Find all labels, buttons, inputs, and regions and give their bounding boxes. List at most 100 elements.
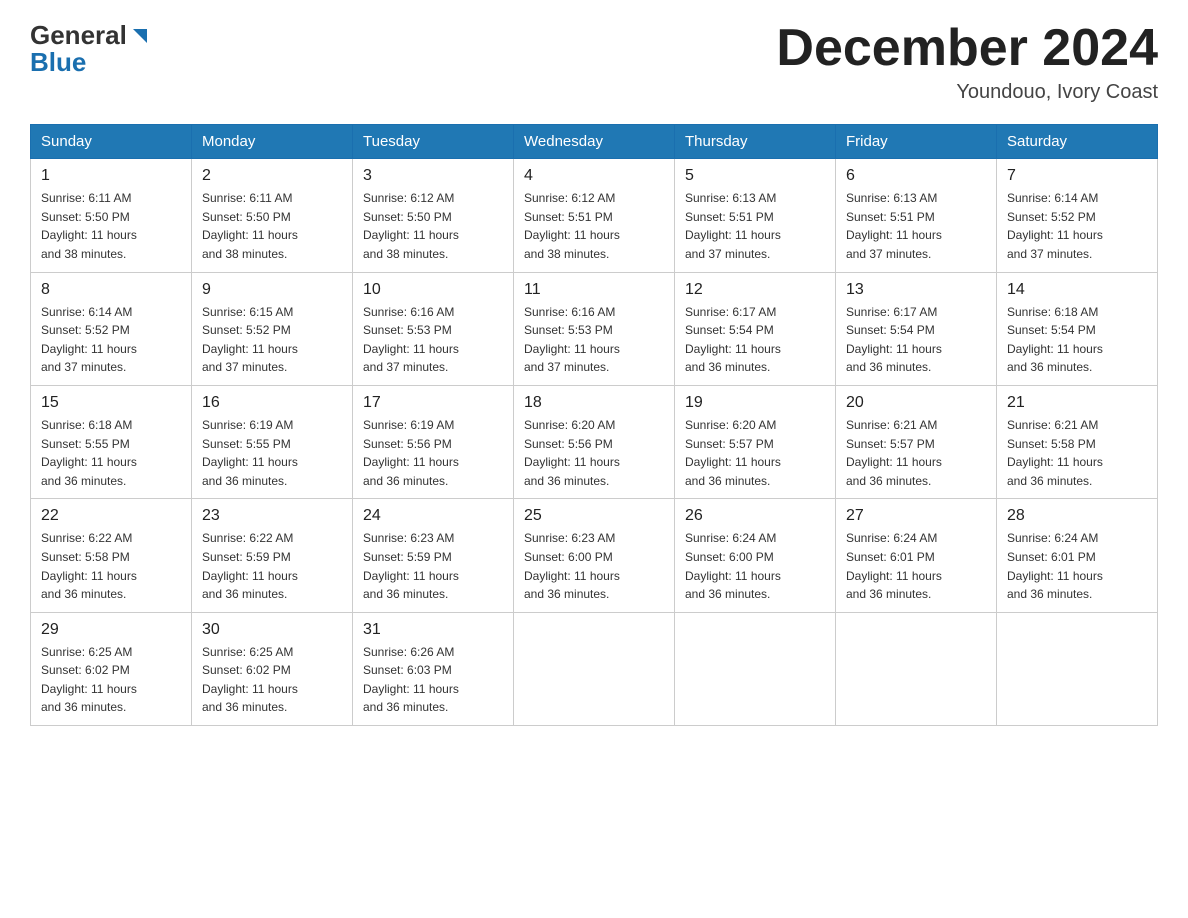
- day-info: Sunrise: 6:11 AMSunset: 5:50 PMDaylight:…: [202, 189, 342, 263]
- day-info: Sunrise: 6:21 AMSunset: 5:58 PMDaylight:…: [1007, 416, 1147, 490]
- day-info: Sunrise: 6:23 AMSunset: 6:00 PMDaylight:…: [524, 529, 664, 603]
- day-info: Sunrise: 6:21 AMSunset: 5:57 PMDaylight:…: [846, 416, 986, 490]
- day-info: Sunrise: 6:16 AMSunset: 5:53 PMDaylight:…: [524, 303, 664, 377]
- day-info: Sunrise: 6:12 AMSunset: 5:51 PMDaylight:…: [524, 189, 664, 263]
- day-number: 4: [524, 167, 664, 185]
- day-number: 6: [846, 167, 986, 185]
- day-info: Sunrise: 6:19 AMSunset: 5:55 PMDaylight:…: [202, 416, 342, 490]
- day-info: Sunrise: 6:17 AMSunset: 5:54 PMDaylight:…: [846, 303, 986, 377]
- calendar-body: 1 Sunrise: 6:11 AMSunset: 5:50 PMDayligh…: [31, 159, 1158, 726]
- day-info: Sunrise: 6:20 AMSunset: 5:56 PMDaylight:…: [524, 416, 664, 490]
- day-number: 10: [363, 281, 503, 299]
- day-info: Sunrise: 6:18 AMSunset: 5:54 PMDaylight:…: [1007, 303, 1147, 377]
- day-info: Sunrise: 6:19 AMSunset: 5:56 PMDaylight:…: [363, 416, 503, 490]
- calendar-week-row: 22 Sunrise: 6:22 AMSunset: 5:58 PMDaylig…: [31, 499, 1158, 612]
- day-info: Sunrise: 6:26 AMSunset: 6:03 PMDaylight:…: [363, 643, 503, 717]
- calendar-cell: 9 Sunrise: 6:15 AMSunset: 5:52 PMDayligh…: [192, 272, 353, 385]
- page-header: General Blue December 2024 Youndouo, Ivo…: [30, 20, 1158, 104]
- day-number: 29: [41, 621, 181, 639]
- day-info: Sunrise: 6:25 AMSunset: 6:02 PMDaylight:…: [202, 643, 342, 717]
- day-number: 20: [846, 394, 986, 412]
- calendar-cell: 5 Sunrise: 6:13 AMSunset: 5:51 PMDayligh…: [675, 159, 836, 272]
- day-info: Sunrise: 6:16 AMSunset: 5:53 PMDaylight:…: [363, 303, 503, 377]
- calendar-cell: 21 Sunrise: 6:21 AMSunset: 5:58 PMDaylig…: [997, 385, 1158, 498]
- calendar-cell: 18 Sunrise: 6:20 AMSunset: 5:56 PMDaylig…: [514, 385, 675, 498]
- day-info: Sunrise: 6:22 AMSunset: 5:58 PMDaylight:…: [41, 529, 181, 603]
- day-number: 22: [41, 507, 181, 525]
- calendar-week-row: 29 Sunrise: 6:25 AMSunset: 6:02 PMDaylig…: [31, 612, 1158, 725]
- calendar-cell: 17 Sunrise: 6:19 AMSunset: 5:56 PMDaylig…: [353, 385, 514, 498]
- day-number: 8: [41, 281, 181, 299]
- calendar-cell: 14 Sunrise: 6:18 AMSunset: 5:54 PMDaylig…: [997, 272, 1158, 385]
- day-info: Sunrise: 6:13 AMSunset: 5:51 PMDaylight:…: [685, 189, 825, 263]
- day-number: 9: [202, 281, 342, 299]
- logo-triangle-icon: [129, 25, 151, 47]
- day-info: Sunrise: 6:23 AMSunset: 5:59 PMDaylight:…: [363, 529, 503, 603]
- day-info: Sunrise: 6:13 AMSunset: 5:51 PMDaylight:…: [846, 189, 986, 263]
- calendar-cell: 16 Sunrise: 6:19 AMSunset: 5:55 PMDaylig…: [192, 385, 353, 498]
- day-number: 31: [363, 621, 503, 639]
- calendar-cell: [514, 612, 675, 725]
- title-section: December 2024 Youndouo, Ivory Coast: [776, 20, 1158, 104]
- calendar-cell: 27 Sunrise: 6:24 AMSunset: 6:01 PMDaylig…: [836, 499, 997, 612]
- day-number: 5: [685, 167, 825, 185]
- calendar-cell: 19 Sunrise: 6:20 AMSunset: 5:57 PMDaylig…: [675, 385, 836, 498]
- calendar-week-row: 8 Sunrise: 6:14 AMSunset: 5:52 PMDayligh…: [31, 272, 1158, 385]
- day-number: 24: [363, 507, 503, 525]
- day-number: 2: [202, 167, 342, 185]
- day-header-wednesday: Wednesday: [514, 125, 675, 159]
- calendar-cell: [836, 612, 997, 725]
- month-title: December 2024: [776, 20, 1158, 77]
- calendar-cell: 31 Sunrise: 6:26 AMSunset: 6:03 PMDaylig…: [353, 612, 514, 725]
- day-number: 16: [202, 394, 342, 412]
- day-number: 1: [41, 167, 181, 185]
- day-header-saturday: Saturday: [997, 125, 1158, 159]
- calendar-cell: 30 Sunrise: 6:25 AMSunset: 6:02 PMDaylig…: [192, 612, 353, 725]
- day-info: Sunrise: 6:14 AMSunset: 5:52 PMDaylight:…: [41, 303, 181, 377]
- day-number: 15: [41, 394, 181, 412]
- day-info: Sunrise: 6:22 AMSunset: 5:59 PMDaylight:…: [202, 529, 342, 603]
- calendar-cell: 13 Sunrise: 6:17 AMSunset: 5:54 PMDaylig…: [836, 272, 997, 385]
- calendar-cell: 4 Sunrise: 6:12 AMSunset: 5:51 PMDayligh…: [514, 159, 675, 272]
- calendar-cell: 3 Sunrise: 6:12 AMSunset: 5:50 PMDayligh…: [353, 159, 514, 272]
- day-info: Sunrise: 6:20 AMSunset: 5:57 PMDaylight:…: [685, 416, 825, 490]
- calendar-cell: 20 Sunrise: 6:21 AMSunset: 5:57 PMDaylig…: [836, 385, 997, 498]
- day-info: Sunrise: 6:12 AMSunset: 5:50 PMDaylight:…: [363, 189, 503, 263]
- day-number: 27: [846, 507, 986, 525]
- calendar-cell: 28 Sunrise: 6:24 AMSunset: 6:01 PMDaylig…: [997, 499, 1158, 612]
- day-info: Sunrise: 6:25 AMSunset: 6:02 PMDaylight:…: [41, 643, 181, 717]
- day-number: 14: [1007, 281, 1147, 299]
- calendar-cell: 11 Sunrise: 6:16 AMSunset: 5:53 PMDaylig…: [514, 272, 675, 385]
- day-number: 19: [685, 394, 825, 412]
- calendar-week-row: 15 Sunrise: 6:18 AMSunset: 5:55 PMDaylig…: [31, 385, 1158, 498]
- day-number: 12: [685, 281, 825, 299]
- calendar-cell: 22 Sunrise: 6:22 AMSunset: 5:58 PMDaylig…: [31, 499, 192, 612]
- day-header-friday: Friday: [836, 125, 997, 159]
- calendar-table: SundayMondayTuesdayWednesdayThursdayFrid…: [30, 124, 1158, 726]
- day-number: 7: [1007, 167, 1147, 185]
- location: Youndouo, Ivory Coast: [776, 81, 1158, 104]
- calendar-cell: 15 Sunrise: 6:18 AMSunset: 5:55 PMDaylig…: [31, 385, 192, 498]
- day-number: 13: [846, 281, 986, 299]
- calendar-cell: [997, 612, 1158, 725]
- calendar-cell: 26 Sunrise: 6:24 AMSunset: 6:00 PMDaylig…: [675, 499, 836, 612]
- day-number: 25: [524, 507, 664, 525]
- day-info: Sunrise: 6:24 AMSunset: 6:01 PMDaylight:…: [1007, 529, 1147, 603]
- day-number: 17: [363, 394, 503, 412]
- calendar-cell: 29 Sunrise: 6:25 AMSunset: 6:02 PMDaylig…: [31, 612, 192, 725]
- day-number: 30: [202, 621, 342, 639]
- day-number: 28: [1007, 507, 1147, 525]
- day-number: 11: [524, 281, 664, 299]
- calendar-cell: 6 Sunrise: 6:13 AMSunset: 5:51 PMDayligh…: [836, 159, 997, 272]
- calendar-cell: 10 Sunrise: 6:16 AMSunset: 5:53 PMDaylig…: [353, 272, 514, 385]
- day-number: 23: [202, 507, 342, 525]
- day-info: Sunrise: 6:24 AMSunset: 6:01 PMDaylight:…: [846, 529, 986, 603]
- day-header-sunday: Sunday: [31, 125, 192, 159]
- day-header-tuesday: Tuesday: [353, 125, 514, 159]
- day-number: 21: [1007, 394, 1147, 412]
- calendar-week-row: 1 Sunrise: 6:11 AMSunset: 5:50 PMDayligh…: [31, 159, 1158, 272]
- day-header-thursday: Thursday: [675, 125, 836, 159]
- day-info: Sunrise: 6:17 AMSunset: 5:54 PMDaylight:…: [685, 303, 825, 377]
- logo: General Blue: [30, 20, 151, 78]
- calendar-cell: 12 Sunrise: 6:17 AMSunset: 5:54 PMDaylig…: [675, 272, 836, 385]
